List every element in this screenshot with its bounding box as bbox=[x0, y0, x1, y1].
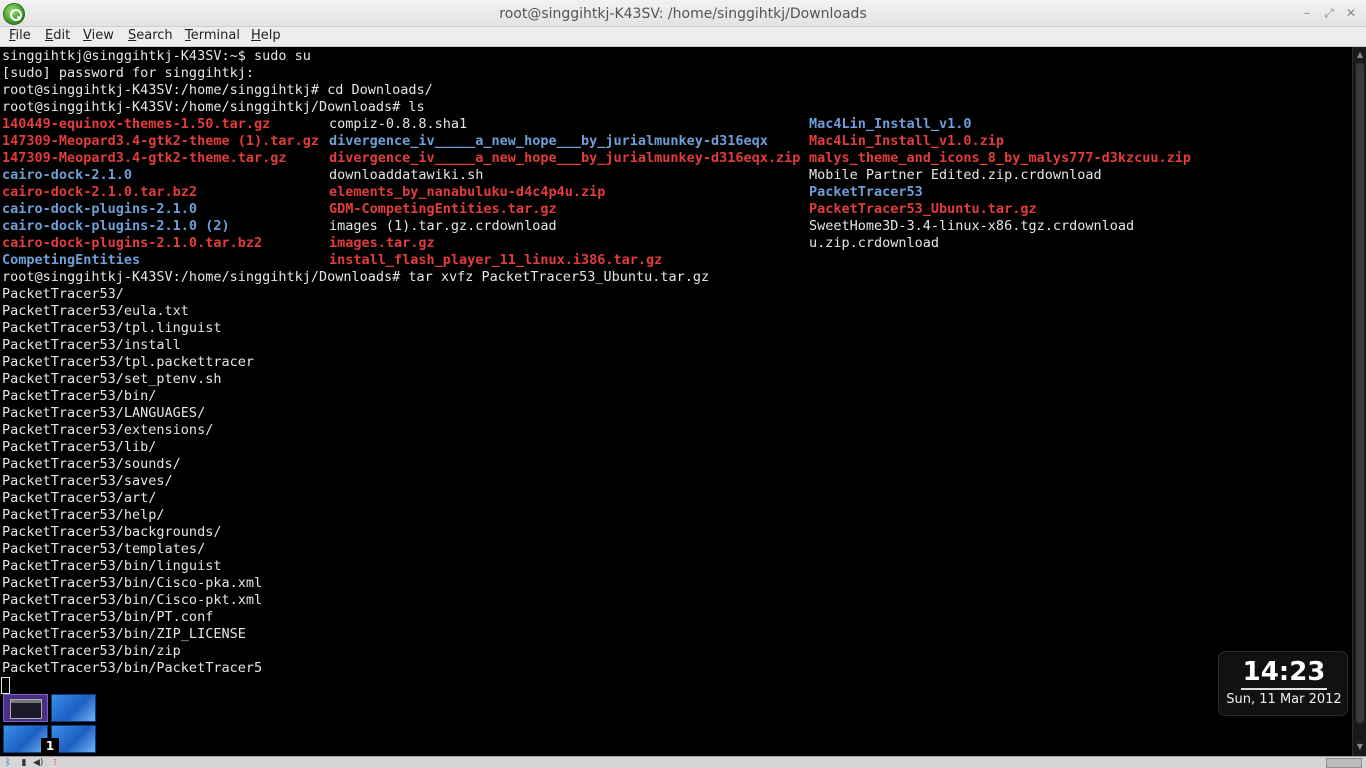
terminal-line: PacketTracer53/tpl.packettracer bbox=[2, 354, 254, 370]
ls-file-entry: elements_by_nanabuluku-d4c4p4u.zip bbox=[329, 184, 606, 200]
terminal-line: PacketTracer53/lib/ bbox=[2, 439, 157, 455]
volume-icon[interactable]: ◀) bbox=[33, 758, 43, 768]
ls-directory-entry: CompetingEntities bbox=[2, 252, 141, 268]
terminal-line: PacketTracer53/help/ bbox=[2, 507, 165, 523]
ls-file-entry: compiz-0.8.8.sha1 bbox=[329, 116, 468, 132]
menu-bar: File Edit View Search Terminal Help bbox=[0, 27, 1366, 47]
workspace-number-badge: 1 bbox=[41, 738, 59, 754]
maximize-button[interactable]: ⤢ bbox=[1321, 5, 1337, 21]
ls-directory-entry: divergence_iv_____a_new_hope___by_jurial… bbox=[329, 133, 768, 149]
terminal-line: PacketTracer53/bin/PacketTracer5 bbox=[2, 660, 263, 676]
ls-directory-entry: cairo-dock-plugins-2.1.0 bbox=[2, 201, 198, 217]
ls-file-entry: 147309-Meopard3.4-gtk2-theme (1).tar.gz bbox=[2, 133, 319, 149]
window-title: root@singgihtkj-K43SV: /home/singgihtkj/… bbox=[499, 6, 867, 22]
ls-directory-entry: cairo-dock-2.1.0 bbox=[2, 167, 133, 183]
bluetooth-icon[interactable]: ᛒ bbox=[3, 758, 13, 768]
network-icon[interactable]: ⁝ bbox=[50, 758, 60, 768]
ls-directory-entry: cairo-dock-plugins-2.1.0 (2) bbox=[2, 218, 230, 234]
ls-file-entry: SweetHome3D-3.4-linux-x86.tgz.crdownload bbox=[809, 218, 1135, 234]
ls-file-entry: divergence_iv_____a_new_hope___by_jurial… bbox=[329, 150, 801, 166]
terminal-line: [sudo] password for singgihtkj: bbox=[2, 65, 254, 81]
menu-view[interactable]: View bbox=[83, 28, 114, 43]
scroll-down-arrow-icon[interactable]: ▼ bbox=[1355, 742, 1365, 752]
scroll-thumb[interactable] bbox=[1356, 63, 1364, 723]
terminal-line: PacketTracer53/bin/ bbox=[2, 388, 157, 404]
text-cursor bbox=[1, 677, 10, 694]
terminal-line: PacketTracer53/saves/ bbox=[2, 473, 173, 489]
ls-directory-entry: PacketTracer53 bbox=[809, 184, 923, 200]
ls-file-entry: malys_theme_and_icons_8_by_malys777-d3kz… bbox=[809, 150, 1192, 166]
terminal-line: PacketTracer53/eula.txt bbox=[2, 303, 189, 319]
terminal-line: PacketTracer53/bin/Cisco-pkt.xml bbox=[2, 592, 263, 608]
bottom-panel: ᛒ ▮ ◀) ⁝ bbox=[0, 756, 1366, 768]
terminal-line: PacketTracer53/LANGUAGES/ bbox=[2, 405, 206, 421]
ls-file-entry: Mobile Partner Edited.zip.crdownload bbox=[809, 167, 1102, 183]
ls-directory-entry: Mac4Lin_Install_v1.0 bbox=[809, 116, 972, 132]
workspace-1[interactable] bbox=[3, 694, 48, 722]
terminal-line: root@singgihtkj-K43SV:/home/singgihtkj/D… bbox=[2, 269, 710, 285]
clock-date: Sun, 11 Mar 2012 bbox=[1226, 692, 1342, 707]
ls-file-entry: images.tar.gz bbox=[329, 235, 435, 251]
terminal-line: PacketTracer53/set_ptenv.sh bbox=[2, 371, 222, 387]
terminal-line: PacketTracer53/ bbox=[2, 286, 124, 302]
ls-file-entry: 140449-equinox-themes-1.50.tar.gz bbox=[2, 116, 271, 132]
ls-file-entry: cairo-dock-2.1.0.tar.bz2 bbox=[2, 184, 198, 200]
close-button[interactable]: ✕ bbox=[1343, 5, 1359, 21]
ls-file-entry: 147309-Meopard3.4-gtk2-theme.tar.gz bbox=[2, 150, 287, 166]
terminal-output[interactable]: singgihtkj@singgihtkj-K43SV:~$ sudo su [s… bbox=[0, 47, 1352, 756]
terminal-line: PacketTracer53/art/ bbox=[2, 490, 157, 506]
menu-file[interactable]: File bbox=[9, 28, 31, 43]
terminal-window-thumbnail-icon bbox=[10, 699, 42, 719]
battery-icon[interactable]: ▮ bbox=[19, 758, 29, 768]
terminal-line: root@singgihtkj-K43SV:/home/singgihtkj/D… bbox=[2, 99, 425, 115]
terminal-line: PacketTracer53/bin/PT.conf bbox=[2, 609, 214, 625]
ls-file-entry: cairo-dock-plugins-2.1.0.tar.bz2 bbox=[2, 235, 263, 251]
terminal-line: PacketTracer53/bin/linguist bbox=[2, 558, 222, 574]
title-bar[interactable]: root@singgihtkj-K43SV: /home/singgihtkj/… bbox=[0, 0, 1366, 27]
ls-file-entry: images (1).tar.gz.crdownload bbox=[329, 218, 557, 234]
terminal-scrollbar[interactable]: ▲ ▼ bbox=[1352, 47, 1366, 756]
terminal-line: PacketTracer53/bin/zip bbox=[2, 643, 181, 659]
terminal-line: PacketTracer53/sounds/ bbox=[2, 456, 181, 472]
terminal-line: singgihtkj@singgihtkj-K43SV:~$ sudo su bbox=[2, 48, 311, 64]
menu-edit[interactable]: Edit bbox=[45, 28, 70, 43]
show-desktop-button[interactable] bbox=[1326, 758, 1362, 768]
ls-file-entry: Mac4Lin_Install_v1.0.zip bbox=[809, 133, 1005, 149]
workspace-switcher: 1 bbox=[3, 694, 97, 754]
clock-divider bbox=[1241, 688, 1327, 690]
terminal-line: PacketTracer53/tpl.linguist bbox=[2, 320, 222, 336]
clock-time: 14:23 bbox=[1242, 657, 1326, 687]
menu-search[interactable]: Search bbox=[128, 28, 173, 43]
ls-file-entry: install_flash_player_11_linux.i386.tar.g… bbox=[329, 252, 663, 268]
terminal-line: PacketTracer53/backgrounds/ bbox=[2, 524, 222, 540]
terminal-line: root@singgihtkj-K43SV:/home/singgihtkj# … bbox=[2, 82, 433, 98]
clock-widget[interactable]: 14:23 Sun, 11 Mar 2012 bbox=[1218, 651, 1348, 716]
minimize-button[interactable]: – bbox=[1299, 5, 1315, 21]
terminal-line: PacketTracer53/templates/ bbox=[2, 541, 206, 557]
menu-help[interactable]: Help bbox=[251, 28, 281, 43]
menu-terminal[interactable]: Terminal bbox=[185, 28, 240, 43]
terminal-line: PacketTracer53/install bbox=[2, 337, 181, 353]
terminal-line: PacketTracer53/bin/Cisco-pka.xml bbox=[2, 575, 263, 591]
ls-file-entry: downloaddatawiki.sh bbox=[329, 167, 484, 183]
ls-file-entry: u.zip.crdownload bbox=[809, 235, 940, 251]
terminal-line: PacketTracer53/bin/ZIP_LICENSE bbox=[2, 626, 246, 642]
ls-file-entry: PacketTracer53_Ubuntu.tar.gz bbox=[809, 201, 1037, 217]
workspace-2[interactable] bbox=[51, 694, 96, 722]
terminal-line: PacketTracer53/extensions/ bbox=[2, 422, 214, 438]
scroll-up-arrow-icon[interactable]: ▲ bbox=[1355, 50, 1365, 60]
ls-file-entry: GDM-CompetingEntities.tar.gz bbox=[329, 201, 557, 217]
